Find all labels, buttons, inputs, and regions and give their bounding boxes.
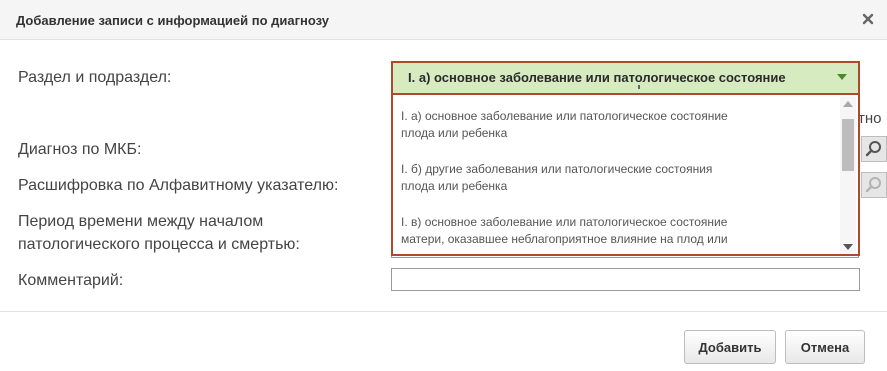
period-label-line2: патологического процесса и смертью: [18,236,300,253]
cursor-mark [638,85,640,89]
option-item[interactable]: I. б) другие заболевания или патологичес… [401,161,821,195]
cancel-button[interactable]: Отмена [785,330,865,364]
option-item[interactable]: I. в) основное заболевание или патологич… [401,214,821,248]
add-button[interactable]: Добавить [684,330,776,364]
option-line: матери, оказавшее неблагоприятное влияни… [401,232,728,246]
mkb-search-button[interactable] [861,136,887,162]
section-select[interactable]: I. а) основное заболевание или патологич… [391,61,860,93]
option-line: I. а) основное заболевание или патологич… [401,109,728,123]
close-button[interactable] [857,8,879,30]
option-line: I. б) другие заболевания или патологичес… [401,162,713,176]
dialog-titlebar: Добавление записи с информацией по диагн… [0,0,887,40]
period-label-line1: Период времени между началом [18,213,264,230]
footer-divider [0,311,887,312]
close-icon[interactable] [862,13,874,25]
search-icon [865,177,881,193]
diagnosis-dialog: Добавление записи с информацией по диагн… [0,0,887,371]
scroll-down-icon[interactable] [843,244,853,250]
section-select-value: I. а) основное заболевание или патологич… [408,70,786,85]
alphabet-search-button[interactable] [861,172,887,198]
option-line: I. в) основное заболевание или патологич… [401,215,728,229]
mkb-label: Диагноз по МКБ: [18,141,142,158]
options-scrollbar[interactable] [840,97,856,254]
option-item[interactable]: I. а) основное заболевание или патологич… [401,108,821,142]
alphabet-label: Расшифровка по Алфавитному указателю: [18,177,339,194]
option-line: плода или ребенка [401,179,508,193]
option-line: плода или ребенка [401,126,508,140]
search-icon [865,141,881,157]
scroll-up-icon[interactable] [843,101,853,107]
section-label: Раздел и подраздел: [18,69,172,86]
section-options-list[interactable]: I. а) основное заболевание или патологич… [391,93,860,256]
scrollbar-thumb[interactable] [842,119,854,171]
dialog-title: Добавление записи с информацией по диагн… [16,13,330,28]
truncated-hint-text: тно [858,110,882,127]
comment-field[interactable] [391,268,860,291]
chevron-down-icon[interactable] [837,74,847,80]
comment-label: Комментарий: [18,272,124,289]
